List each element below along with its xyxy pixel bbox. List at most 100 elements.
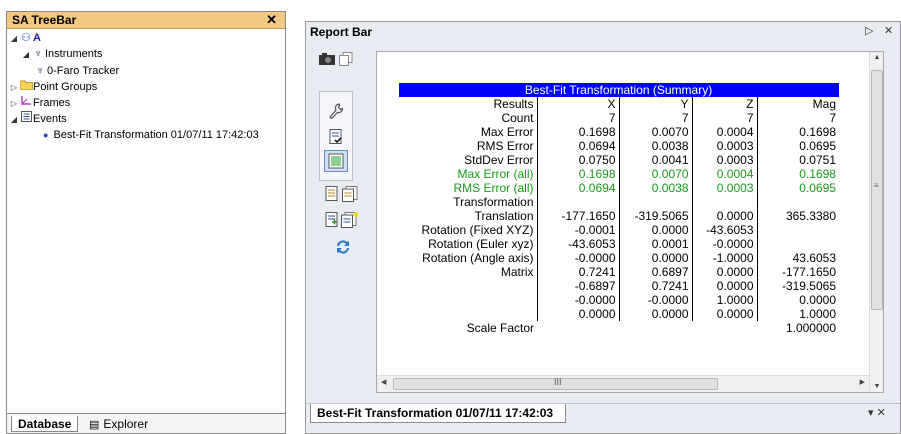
pin-button[interactable]: ▷ [865,24,873,37]
table-row: Scale Factor 1.000000 [399,321,839,335]
cell-z: -1.0000 [692,251,758,265]
cell-y: 0.6897 [619,265,693,279]
row-label: Max Error (all) [399,167,538,181]
cell-y: 0.0070 [619,167,693,181]
cell-mag: 0.0695 [799,138,836,153]
table-row: Rotation (Euler xyz) -43.6053 0.0001 -0.000… [399,237,839,251]
report-toolbar [314,44,359,404]
scroll-down-icon[interactable]: ▼ [870,383,884,390]
cell-y: 0.0041 [619,153,693,167]
row-label: Max Error [399,125,538,139]
tab-explorer-label: Explorer [103,417,149,431]
row-label [399,307,538,321]
hscroll-grip: III [554,377,562,387]
frame-axes-icon [19,95,33,111]
table-row: Max Error (all) 0.1698 0.0070 0.0004 0.1698 [399,167,839,181]
vertical-scrollbar[interactable]: ▲ ≡ ▼ [869,52,883,392]
hscroll-thumb[interactable]: III [393,377,718,390]
scroll-left-icon[interactable]: ◀ [381,378,386,386]
tab-database[interactable]: Database [11,416,79,432]
report-bar-window: Report Bar ▷ ✕ Best-Fit Transformation (… [305,21,901,434]
copy-icon[interactable] [336,49,356,69]
cell-y: Y [619,97,693,111]
tree-node-root[interactable]: ◢ ⚇ A [9,30,41,46]
cell-y: 0.0000 [619,307,693,321]
tree-node-label: A [33,32,41,44]
scroll-right-icon[interactable]: ▶ [860,378,865,386]
table-row: -0.0000 -0.0000 1.0000 0.0000 [399,293,839,307]
collapse-icon[interactable]: ◢ [9,31,19,47]
row-label: Count [399,111,538,125]
expand-icon[interactable]: ▷ [9,80,19,96]
tree-node-label: Events [33,113,67,125]
cell-z: 0.0003 [692,139,758,153]
cell-mag: 1.0000 [799,306,836,321]
tree-node-events[interactable]: ◢ Events [9,111,67,127]
cell-mag [757,237,839,251]
cell-y: 0.7241 [619,279,693,293]
cell-x [537,321,619,335]
cell-z: 7 [692,111,758,125]
tab-best-fit-report[interactable]: Best-Fit Transformation 01/07/11 17:42:0… [310,404,567,423]
tree-node-tracker[interactable]: ♆ 0-Faro Tracker [33,63,119,79]
explorer-icon: ▤ [89,419,100,431]
collapse-icon[interactable]: ◢ [21,47,31,63]
table-row: Rotation (Fixed XYZ) -0.0001 0.0000 -43.605… [399,223,839,237]
cell-mag [757,195,839,209]
report-add-icon[interactable] [322,210,342,230]
cell-z [692,321,757,335]
cell-x: 0.0750 [537,153,620,167]
report-layout-icon[interactable] [324,150,348,172]
multi-report-icon[interactable] [340,184,360,204]
tree-node-event-item[interactable]: ● Best-Fit Transformation 01/07/11 17:42:… [43,127,259,143]
report-close-button[interactable]: ✕ [884,24,893,37]
cell-y: 0.0001 [619,237,693,251]
table-row: 0.0000 0.0000 0.0000 1.0000 [399,307,839,321]
report-tab-strip: Best-Fit Transformation 01/07/11 17:42:0… [306,403,900,433]
cell-x: -177.1650 [537,209,620,223]
collapse-icon[interactable]: ◢ [9,112,19,128]
cell-mag: 0.0751 [799,152,836,167]
tracker-icon: ♆ [35,65,45,77]
cell-y: 0.0038 [619,181,693,195]
tab-explorer[interactable]: ▤ Explorer [83,416,154,432]
cell-mag: 0.0695 [799,180,836,195]
cell-mag: 0.1698 [799,166,836,181]
row-label [399,279,538,293]
tree-node-label: Instruments [45,48,103,60]
tree-node-label: Best-Fit Transformation 01/07/11 17:42:0… [53,129,259,141]
cell-x [537,195,620,209]
report-titlebar: Report Bar ▷ ✕ [306,22,900,42]
cell-z: 0.0000 [692,279,758,293]
row-label: Scale Factor [466,320,534,335]
tree-node-instruments[interactable]: ◢ ♆ Instruments [21,46,103,63]
cell-mag: 0.0000 [799,292,836,307]
wrench-icon[interactable] [326,101,346,121]
camera-icon[interactable] [317,49,337,69]
cell-mag [757,223,839,237]
folder-icon [19,79,33,95]
cell-mag: 1.000000 [785,320,836,335]
scroll-up-icon[interactable]: ▲ [870,54,884,61]
tree-close-button[interactable]: ✕ [266,12,277,28]
scroll-thumb[interactable]: ≡ [871,70,883,310]
cell-x: -0.0000 [537,293,620,307]
table-row: RMS Error 0.0694 0.0038 0.0003 0.0695 [399,139,839,153]
multi-report-new-icon[interactable] [340,210,360,230]
cell-y: 0.0000 [619,223,693,237]
tab-controls[interactable]: ▾ ✕ [868,406,886,419]
tree-node-frames[interactable]: ▷ Frames [9,95,70,111]
report-page-icon[interactable] [322,184,342,204]
refresh-icon[interactable] [333,237,353,257]
tree-tab-strip: Database ▤ Explorer [7,413,285,433]
expand-icon[interactable]: ▷ [9,96,19,112]
tree-node-point-groups[interactable]: ▷ Point Groups [9,79,97,95]
cell-y: 0.0070 [619,125,693,139]
best-fit-summary-table: Best-Fit Transformation (Summary) Result… [399,83,839,335]
cell-z: 0.0000 [692,265,758,279]
cell-mag: 365.3380 [785,208,836,223]
cell-z: 0.0004 [692,125,758,139]
horizontal-scrollbar[interactable]: ◀ III ▶ [377,375,869,392]
cell-x: 0.7241 [537,265,620,279]
report-check-icon[interactable] [326,127,346,147]
